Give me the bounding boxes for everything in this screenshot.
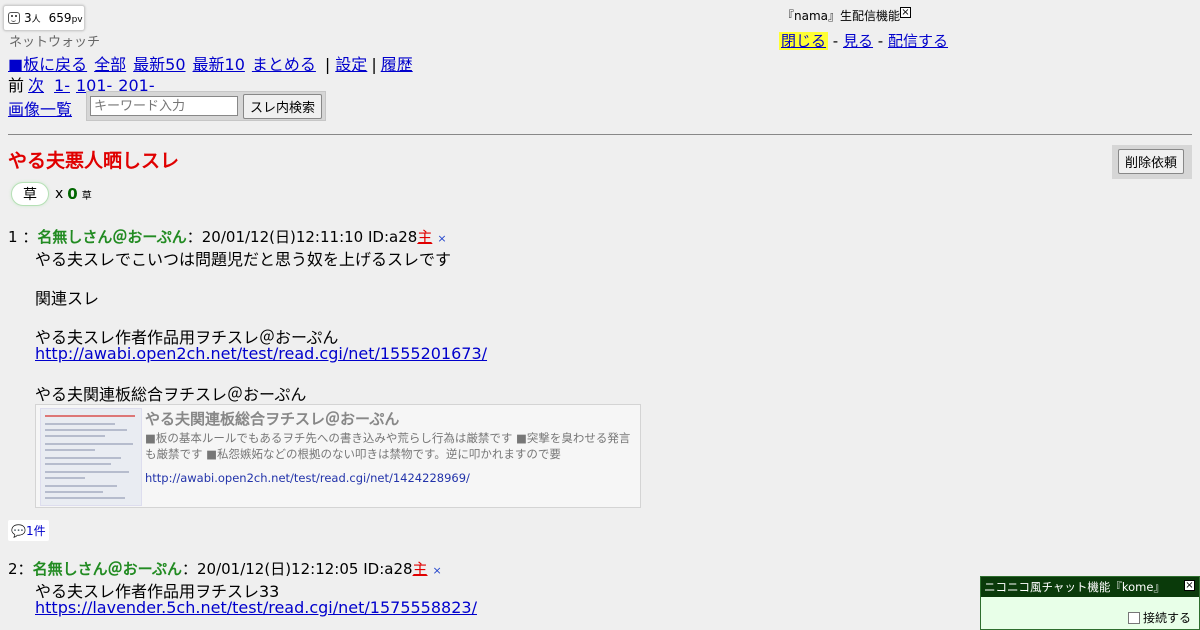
post-date: 20/01/12(日)12:12:05: [196, 560, 359, 578]
settings-link[interactable]: 設定: [335, 55, 367, 74]
owner-mark[interactable]: 主: [417, 228, 432, 246]
owner-mark[interactable]: 主: [413, 560, 428, 578]
kusa-unit: 草: [81, 190, 92, 202]
link-preview-card[interactable]: やる夫関連板総合ヲチスレ＠おーぷん ■板の基本ルールでもあるヲチ先への書き込みや…: [35, 404, 641, 508]
kusa-count: 0: [67, 185, 78, 203]
pager-next-link[interactable]: 次: [28, 76, 44, 95]
nav-separator: |: [371, 55, 377, 74]
counter-people: 3人: [24, 11, 41, 25]
reply-count[interactable]: 💬1件: [8, 520, 49, 541]
chat-connect-toggle[interactable]: 接続する: [1127, 609, 1191, 626]
thread-search-box: スレ内検索: [86, 91, 326, 121]
nama-watch-link[interactable]: 見る: [843, 32, 873, 50]
post-date: 20/01/12(日)12:11:10: [201, 228, 364, 246]
delete-request-button[interactable]: 削除依頼: [1118, 149, 1185, 174]
kusa-x: x: [55, 186, 64, 202]
face-icon: [8, 12, 20, 24]
image-list-link[interactable]: 画像一覧: [8, 96, 72, 120]
nama-dash: -: [877, 32, 884, 50]
delete-request-area: 削除依頼: [1112, 145, 1192, 179]
counter-pv: 659pv: [48, 11, 83, 25]
nama-links: 閉じる - 見る - 配信する: [779, 30, 948, 51]
post-delete-icon[interactable]: ×: [433, 564, 442, 577]
chat-connect-label: 接続する: [1142, 611, 1191, 625]
access-counter: 3人 659pv: [3, 5, 85, 31]
kusa-button[interactable]: 草: [11, 182, 49, 206]
history-link[interactable]: 履歴: [381, 55, 413, 74]
nama-title: 『nama』生配信機能: [782, 9, 901, 23]
board-label: ネットウォッチ: [9, 35, 101, 50]
post-number: 2: [8, 560, 18, 578]
post-link[interactable]: https://lavender.5ch.net/test/read.cgi/n…: [35, 598, 477, 617]
latest10-link[interactable]: 最新10: [193, 55, 245, 74]
checkbox-icon[interactable]: [1127, 611, 1140, 624]
thread-title: やる夫悪人晒しスレ: [8, 150, 180, 172]
post-id: ID:a28: [363, 560, 413, 578]
post-text: やる夫関連板総合ヲチスレ＠おーぷん: [35, 385, 307, 404]
pager-prev: 前: [8, 76, 25, 95]
poster-name: 名無しさん＠おーぷん: [32, 560, 182, 578]
chat-title: ニコニコ風チャット機能『kome』: [984, 580, 1165, 594]
nama-close-box-icon[interactable]: ×: [900, 7, 911, 18]
pager-1-link[interactable]: 1-: [54, 76, 70, 95]
nav-separator: |: [324, 55, 331, 74]
preview-thumbnail: [40, 408, 142, 506]
kome-chat-widget: ニコニコ風チャット機能『kome』 × 接続する: [980, 576, 1200, 630]
post-id: ID:a28: [368, 228, 418, 246]
preview-title: やる夫関連板総合ヲチスレ＠おーぷん: [145, 410, 400, 428]
kusa-reaction: 草 x 0 草: [11, 182, 92, 206]
search-in-thread-button[interactable]: スレ内検索: [243, 93, 323, 119]
post-text: やる夫スレでこいつは問題児だと思う奴を上げるスレです: [35, 250, 452, 269]
chat-close-box-icon[interactable]: ×: [1184, 580, 1195, 591]
post-link[interactable]: http://awabi.open2ch.net/test/read.cgi/n…: [35, 344, 487, 363]
nama-close-link[interactable]: 閉じる: [779, 32, 829, 50]
preview-url[interactable]: http://awabi.open2ch.net/test/read.cgi/n…: [145, 471, 470, 485]
preview-description: ■板の基本ルールでもあるヲチ先への書き込みや荒らし行為は厳禁です ■突撃を臭わせ…: [145, 431, 631, 461]
poster-name: 名無しさん＠おーぷん: [37, 228, 187, 246]
divider: [8, 134, 1192, 135]
post-header: 2：名無しさん＠おーぷん：20/01/12(日)12:12:05 ID:a28主…: [8, 560, 442, 578]
nama-dash: -: [832, 32, 839, 50]
nama-broadcast-link[interactable]: 配信する: [888, 32, 948, 50]
post-header: 1 ：名無しさん＠おーぷん：20/01/12(日)12:11:10 ID:a28…: [8, 228, 447, 246]
speech-bubble-icon: 💬: [11, 524, 26, 538]
chat-header: ニコニコ風チャット機能『kome』 ×: [981, 577, 1199, 597]
summary-link[interactable]: まとめる: [252, 55, 316, 74]
keyword-input[interactable]: [90, 96, 238, 116]
post-text: 関連スレ: [35, 289, 100, 308]
post-number: 1: [8, 228, 18, 246]
post-delete-icon[interactable]: ×: [437, 232, 446, 245]
